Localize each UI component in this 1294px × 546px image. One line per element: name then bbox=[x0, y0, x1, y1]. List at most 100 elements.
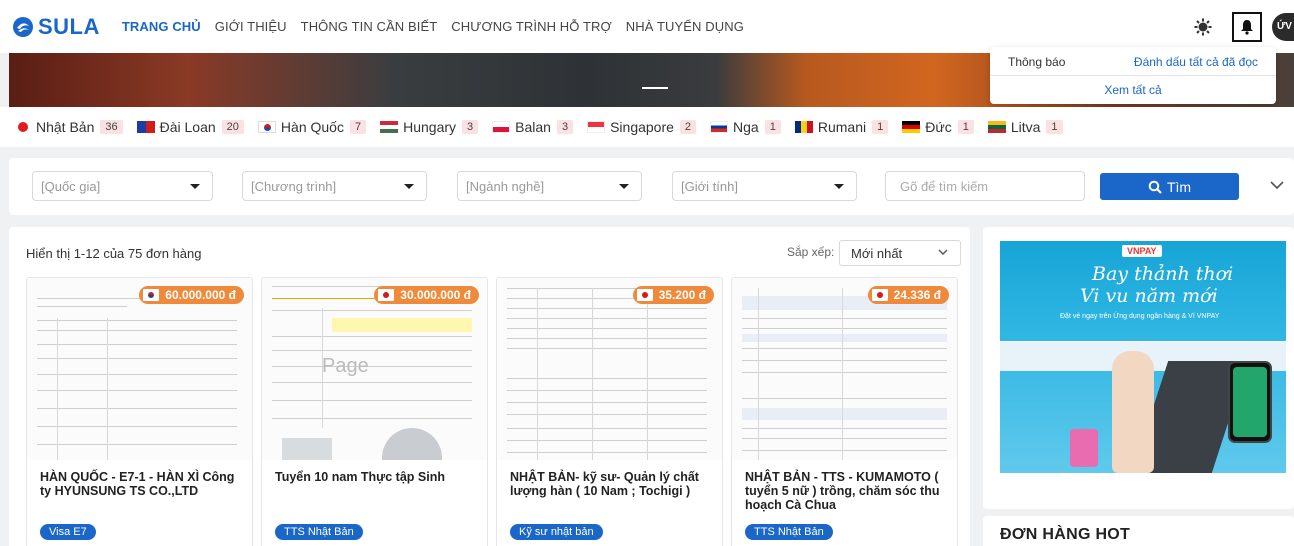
job-title[interactable]: NHẬT BẢN- kỹ sư- Quản lý chất lượng hàn … bbox=[510, 470, 715, 498]
search-icon bbox=[1148, 180, 1162, 194]
nav-about[interactable]: GIỚI THIỆU bbox=[215, 19, 287, 34]
caret-down-icon bbox=[834, 184, 844, 189]
salary-badge: 24.336 đ bbox=[867, 286, 949, 304]
country-korea[interactable]: Hàn Quốc 7 bbox=[257, 119, 367, 135]
chevron-down-icon bbox=[938, 249, 948, 255]
logo-mark-icon bbox=[13, 16, 33, 37]
search-button-label: Tìm bbox=[1166, 178, 1192, 195]
country-singapore[interactable]: Singapore 2 bbox=[587, 119, 697, 135]
job-tag[interactable]: Visa E7 bbox=[40, 524, 96, 540]
country-label: Singapore bbox=[610, 119, 674, 135]
vnpay-banner[interactable]: VNPAY Bay thảnh thơi Vi vu năm mới Đặt v… bbox=[1000, 241, 1286, 473]
sort-select[interactable]: Mới nhất bbox=[839, 240, 961, 266]
job-card[interactable]: 60.000.000 đ HÀN QUỐC - E7-1 - HÀN XÌ Cô… bbox=[26, 277, 253, 546]
country-label: Hàn Quốc bbox=[280, 119, 344, 135]
divider bbox=[990, 75, 1276, 76]
job-document-thumbnail bbox=[497, 278, 722, 460]
job-card[interactable]: 35.200 đ NHẬT BẢN- kỹ sư- Quản lý chất l… bbox=[496, 277, 723, 546]
theme-toggle-icon[interactable] bbox=[1192, 16, 1214, 38]
search-button[interactable]: Tìm bbox=[1100, 173, 1239, 200]
program-select[interactable]: [Chương trình] bbox=[242, 171, 427, 201]
country-count: 2 bbox=[679, 120, 697, 134]
notification-title: Thông báo bbox=[1008, 55, 1066, 69]
salary-badge: 35.200 đ bbox=[632, 286, 714, 304]
expand-filters-icon[interactable] bbox=[1269, 180, 1285, 190]
notification-bell-button[interactable] bbox=[1232, 11, 1262, 42]
vnpay-logo: VNPAY bbox=[1122, 245, 1162, 257]
germany-flag-icon bbox=[902, 121, 921, 133]
search-filter-bar: [Quốc gia] [Chương trình] [Ngành nghề] [… bbox=[9, 158, 1294, 215]
sort-label: Sắp xếp: bbox=[787, 245, 835, 259]
country-label: Nga bbox=[733, 119, 759, 135]
country-label: Đức bbox=[925, 119, 952, 135]
slider-indicator[interactable] bbox=[642, 87, 668, 89]
job-tag[interactable]: TTS Nhật Bản bbox=[275, 524, 363, 540]
job-card[interactable]: 24.336 đ NHẬT BẢN - TTS - KUMAMOTO ( tuy… bbox=[731, 277, 958, 546]
view-all-link[interactable]: Xem tất cả bbox=[990, 83, 1276, 97]
salary-badge: 60.000.000 đ bbox=[139, 286, 244, 304]
job-card[interactable]: Page 30.000.000 đ Tuyển 10 nam Thực tập … bbox=[261, 277, 488, 546]
japan-flag-icon bbox=[18, 122, 28, 132]
sort-value: Mới nhất bbox=[851, 245, 903, 261]
caret-down-icon bbox=[190, 184, 200, 189]
romania-flag-icon bbox=[794, 121, 813, 133]
country-taiwan[interactable]: Đài Loan 20 bbox=[136, 119, 244, 135]
caret-down-icon bbox=[619, 184, 629, 189]
hot-jobs-title: ĐƠN HÀNG HOT bbox=[1000, 526, 1131, 543]
nav-support[interactable]: CHƯƠNG TRÌNH HỖ TRỢ bbox=[451, 19, 611, 34]
job-document-thumbnail bbox=[732, 278, 957, 460]
country-label: Hungary bbox=[403, 119, 457, 135]
country-select[interactable]: [Quốc gia] bbox=[32, 171, 213, 201]
industry-select[interactable]: [Ngành nghề] bbox=[457, 171, 642, 201]
singapore-flag-icon bbox=[587, 121, 606, 133]
country-count: 3 bbox=[556, 120, 574, 134]
country-count: 1 bbox=[872, 120, 889, 134]
select-value: [Chương trình] bbox=[251, 178, 337, 194]
country-germany[interactable]: Đức 1 bbox=[902, 119, 974, 135]
country-filter-bar: Nhật Bản 36 Đài Loan 20 Hàn Quốc 7 Hunga… bbox=[0, 107, 1294, 147]
nav-info[interactable]: THÔNG TIN CẦN BIẾT bbox=[301, 19, 438, 34]
job-title[interactable]: Tuyển 10 nam Thực tập Sinh bbox=[275, 470, 480, 484]
suitcase-illustration bbox=[1070, 429, 1098, 467]
job-tag[interactable]: Kỹ sư nhật bản bbox=[510, 524, 603, 540]
user-avatar[interactable]: ỨV bbox=[1272, 12, 1294, 41]
country-lithuania[interactable]: Litva 1 bbox=[987, 119, 1063, 135]
mark-all-read-link[interactable]: Đánh dấu tất cả đã đọc bbox=[1134, 55, 1258, 69]
job-title[interactable]: HÀN QUỐC - E7-1 - HÀN XÌ Công ty HYUNSUN… bbox=[40, 470, 245, 498]
salary-value: 24.336 đ bbox=[893, 288, 941, 302]
bell-icon bbox=[1241, 19, 1253, 35]
job-document-thumbnail bbox=[262, 278, 487, 460]
taiwan-flag-icon bbox=[136, 121, 155, 133]
nav-home[interactable]: TRANG CHỦ bbox=[122, 19, 201, 34]
country-label: Rumani bbox=[817, 119, 867, 135]
country-count: 1 bbox=[957, 120, 974, 134]
country-japan[interactable]: Nhật Bản 36 bbox=[18, 119, 123, 135]
job-tag[interactable]: TTS Nhật Bản bbox=[745, 524, 833, 540]
ad-subtext: Đặt vé ngay trên Ứng dụng ngân hàng & Ví… bbox=[1060, 313, 1220, 320]
job-title[interactable]: NHẬT BẢN - TTS - KUMAMOTO ( tuyển 5 nữ )… bbox=[745, 470, 950, 512]
notification-dropdown: Thông báo Đánh dấu tất cả đã đọc Xem tất… bbox=[990, 47, 1276, 104]
ad-slogan-line2: Vi vu năm mới bbox=[1080, 285, 1218, 307]
sula-logo[interactable]: SULA bbox=[12, 14, 100, 40]
country-hungary[interactable]: Hungary 3 bbox=[380, 119, 479, 135]
country-count: 1 bbox=[764, 120, 781, 134]
poland-flag-icon bbox=[492, 121, 511, 133]
phone-illustration bbox=[1228, 361, 1272, 443]
country-count: 20 bbox=[221, 120, 244, 134]
country-count: 3 bbox=[462, 120, 479, 134]
job-listing-panel: Hiển thị 1-12 của 75 đơn hàng Sắp xếp: M… bbox=[9, 227, 970, 546]
country-romania[interactable]: Rumani 1 bbox=[794, 119, 889, 135]
page-watermark: Page bbox=[322, 355, 369, 377]
select-value: [Quốc gia] bbox=[41, 178, 101, 194]
russia-flag-icon bbox=[710, 121, 729, 133]
header-actions: ỨV bbox=[1192, 0, 1294, 53]
korea-flag-icon bbox=[257, 121, 276, 133]
country-poland[interactable]: Balan 3 bbox=[492, 119, 574, 135]
country-label: Đài Loan bbox=[159, 119, 216, 135]
gender-select[interactable]: [Giới tính] bbox=[672, 171, 857, 201]
search-input[interactable] bbox=[885, 171, 1085, 201]
main-nav: TRANG CHỦ GIỚI THIỆU THÔNG TIN CẦN BIẾT … bbox=[122, 19, 758, 34]
caret-down-icon bbox=[404, 184, 414, 189]
country-russia[interactable]: Nga 1 bbox=[710, 119, 781, 135]
nav-employers[interactable]: NHÀ TUYỂN DỤNG bbox=[626, 19, 744, 34]
